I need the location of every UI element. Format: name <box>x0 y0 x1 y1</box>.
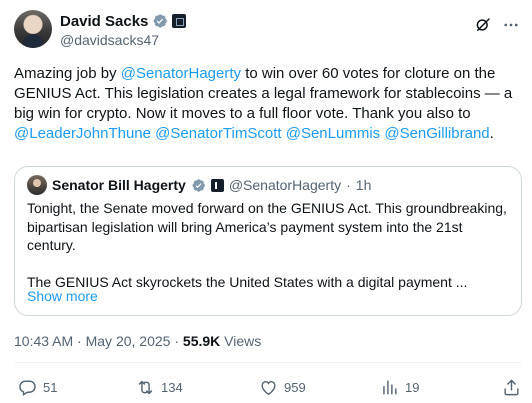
avatar[interactable] <box>14 10 52 48</box>
reply-icon <box>19 379 36 396</box>
show-more-link[interactable]: Show more <box>27 288 98 304</box>
quoted-time[interactable]: 1h <box>356 177 372 193</box>
views-action-count: 19 <box>405 379 420 395</box>
author-name[interactable]: David Sacks <box>60 13 148 30</box>
repost-button[interactable]: 134 <box>136 376 183 398</box>
quoted-author-name[interactable]: Senator Bill Hagerty <box>52 177 186 193</box>
like-button[interactable]: 959 <box>259 376 306 398</box>
tweet-text-part: Amazing job by <box>14 65 121 82</box>
mention-link[interactable]: @SenatorHagerty <box>121 65 241 82</box>
quoted-paragraph: Tonight, the Senate moved forward on the… <box>27 200 507 253</box>
views-count: 55.9K <box>182 333 221 349</box>
quoted-tweet[interactable]: Senator Bill Hagerty @SenatorHagerty · 1… <box>14 166 522 316</box>
tweet-meta: 10:43 AM · May 20, 2025 · 55.9K Views <box>14 333 261 349</box>
repost-count: 134 <box>161 379 183 395</box>
meta-separator: · <box>174 333 180 349</box>
author-name-row: David Sacks <box>60 11 187 31</box>
like-count: 959 <box>284 379 306 395</box>
tweet-header: David Sacks @davidsacks47 <box>14 10 524 50</box>
quoted-avatar[interactable] <box>27 175 47 195</box>
quoted-tweet-header: Senator Bill Hagerty @SenatorHagerty · 1… <box>27 175 371 195</box>
reply-count: 51 <box>43 379 58 395</box>
author-handle[interactable]: @davidsacks47 <box>60 32 159 48</box>
affiliate-badge-icon <box>210 178 224 192</box>
tweet-text: Amazing job by @SenatorHagerty to win ov… <box>14 64 522 144</box>
verified-badge-icon <box>192 178 205 192</box>
quoted-author-handle[interactable]: @SenatorHagerty <box>229 177 341 193</box>
mention-link[interactable]: @SenGillibrand <box>384 125 489 142</box>
mention-link[interactable]: @SenLummis <box>286 125 380 142</box>
views-button[interactable]: 19 <box>380 376 419 398</box>
tweet-time[interactable]: 10:43 AM <box>14 333 73 349</box>
verified-badge-icon <box>153 14 168 28</box>
share-button[interactable] <box>502 376 521 398</box>
reply-button[interactable]: 51 <box>18 376 57 398</box>
quoted-paragraph: The GENIUS Act skyrockets the United Sta… <box>27 274 468 290</box>
views-label: Views <box>224 333 262 349</box>
more-options-icon[interactable] <box>502 16 520 34</box>
divider <box>14 362 522 363</box>
share-icon <box>504 379 519 395</box>
meta-separator: · <box>77 333 82 349</box>
views-chart-icon <box>383 379 397 395</box>
repost-icon <box>138 380 153 394</box>
action-bar: 51 134 959 19 <box>14 376 524 398</box>
affiliate-badge-icon <box>172 14 187 28</box>
mention-link[interactable]: @SenatorTimScott <box>155 125 281 142</box>
grok-icon[interactable] <box>474 16 492 34</box>
mention-link[interactable]: @LeaderJohnThune <box>14 125 151 142</box>
meta-separator: · <box>346 177 351 193</box>
quoted-tweet-body: Tonight, the Senate moved forward on the… <box>27 199 511 310</box>
like-icon <box>261 380 276 395</box>
tweet-text-part: . <box>489 125 494 142</box>
tweet-date[interactable]: May 20, 2025 <box>86 333 171 349</box>
